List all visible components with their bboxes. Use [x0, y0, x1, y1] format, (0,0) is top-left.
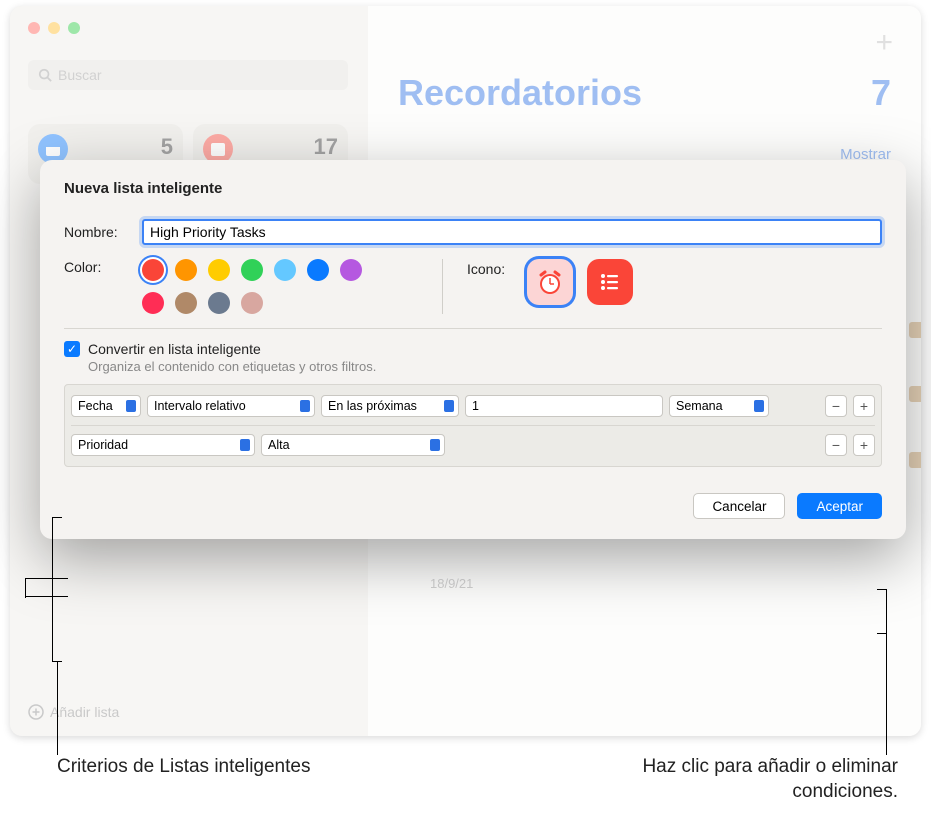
callout-line [25, 596, 68, 597]
criteria-number-input[interactable]: 1 [465, 395, 663, 417]
callout-line [25, 578, 68, 579]
criteria-select[interactable]: Intervalo relativo▴▾ [147, 395, 315, 417]
icon-option-list[interactable] [587, 259, 633, 305]
vertical-divider [442, 259, 443, 314]
criteria-select[interactable]: Semana▴▾ [669, 395, 769, 417]
color-swatch[interactable] [307, 259, 329, 281]
ok-button[interactable]: Aceptar [797, 493, 882, 519]
remove-criteria-button[interactable]: − [825, 434, 847, 456]
smart-list-checkbox-label: Convertir en lista inteligente [88, 341, 261, 357]
name-input[interactable] [142, 219, 882, 245]
color-swatch[interactable] [208, 259, 230, 281]
smart-list-checkbox[interactable]: ✓ [64, 341, 80, 357]
icon-label: Icono: [467, 259, 527, 277]
callout-left-text: Criterios de Listas inteligentes [57, 755, 317, 780]
callout-line [25, 578, 26, 598]
color-swatch[interactable] [241, 292, 263, 314]
alarm-clock-icon [535, 267, 565, 297]
criteria-editor: Fecha▴▾ Intervalo relativo▴▾ En las próxim… [64, 384, 882, 467]
criteria-row: Prioridad▴▾ Alta▴▾ −+ [71, 425, 875, 460]
color-swatch[interactable] [241, 259, 263, 281]
remove-criteria-button[interactable]: − [825, 395, 847, 417]
add-criteria-button[interactable]: + [853, 395, 875, 417]
callout-right-text: Haz clic para añadir o eliminar condicio… [578, 755, 898, 804]
criteria-select[interactable]: Fecha▴▾ [71, 395, 141, 417]
color-swatch[interactable] [274, 259, 296, 281]
color-swatch[interactable] [340, 259, 362, 281]
new-smart-list-dialog: Nueva lista inteligente Nombre: Color: I… [40, 160, 906, 539]
icon-option-alarm[interactable] [527, 259, 573, 305]
color-swatch[interactable] [142, 292, 164, 314]
color-swatch[interactable] [175, 259, 197, 281]
callout-line [886, 634, 887, 755]
smart-list-subtext: Organiza el contenido con etiquetas y ot… [88, 359, 882, 374]
callout-line [57, 662, 58, 755]
add-criteria-button[interactable]: + [853, 434, 875, 456]
color-swatch[interactable] [175, 292, 197, 314]
bullet-list-icon [597, 269, 623, 295]
criteria-select[interactable]: En las próximas▴▾ [321, 395, 459, 417]
color-swatch[interactable] [142, 259, 164, 281]
criteria-row: Fecha▴▾ Intervalo relativo▴▾ En las próxim… [71, 391, 875, 421]
color-swatch[interactable] [208, 292, 230, 314]
criteria-select[interactable]: Prioridad▴▾ [71, 434, 255, 456]
dialog-title: Nueva lista inteligente [64, 180, 882, 197]
color-label: Color: [64, 259, 142, 314]
criteria-select[interactable]: Alta▴▾ [261, 434, 445, 456]
callout-bracket-left [52, 517, 62, 662]
color-swatches [142, 259, 372, 314]
callout-bracket-right [877, 589, 887, 634]
cancel-button[interactable]: Cancelar [693, 493, 785, 519]
name-label: Nombre: [64, 224, 142, 240]
